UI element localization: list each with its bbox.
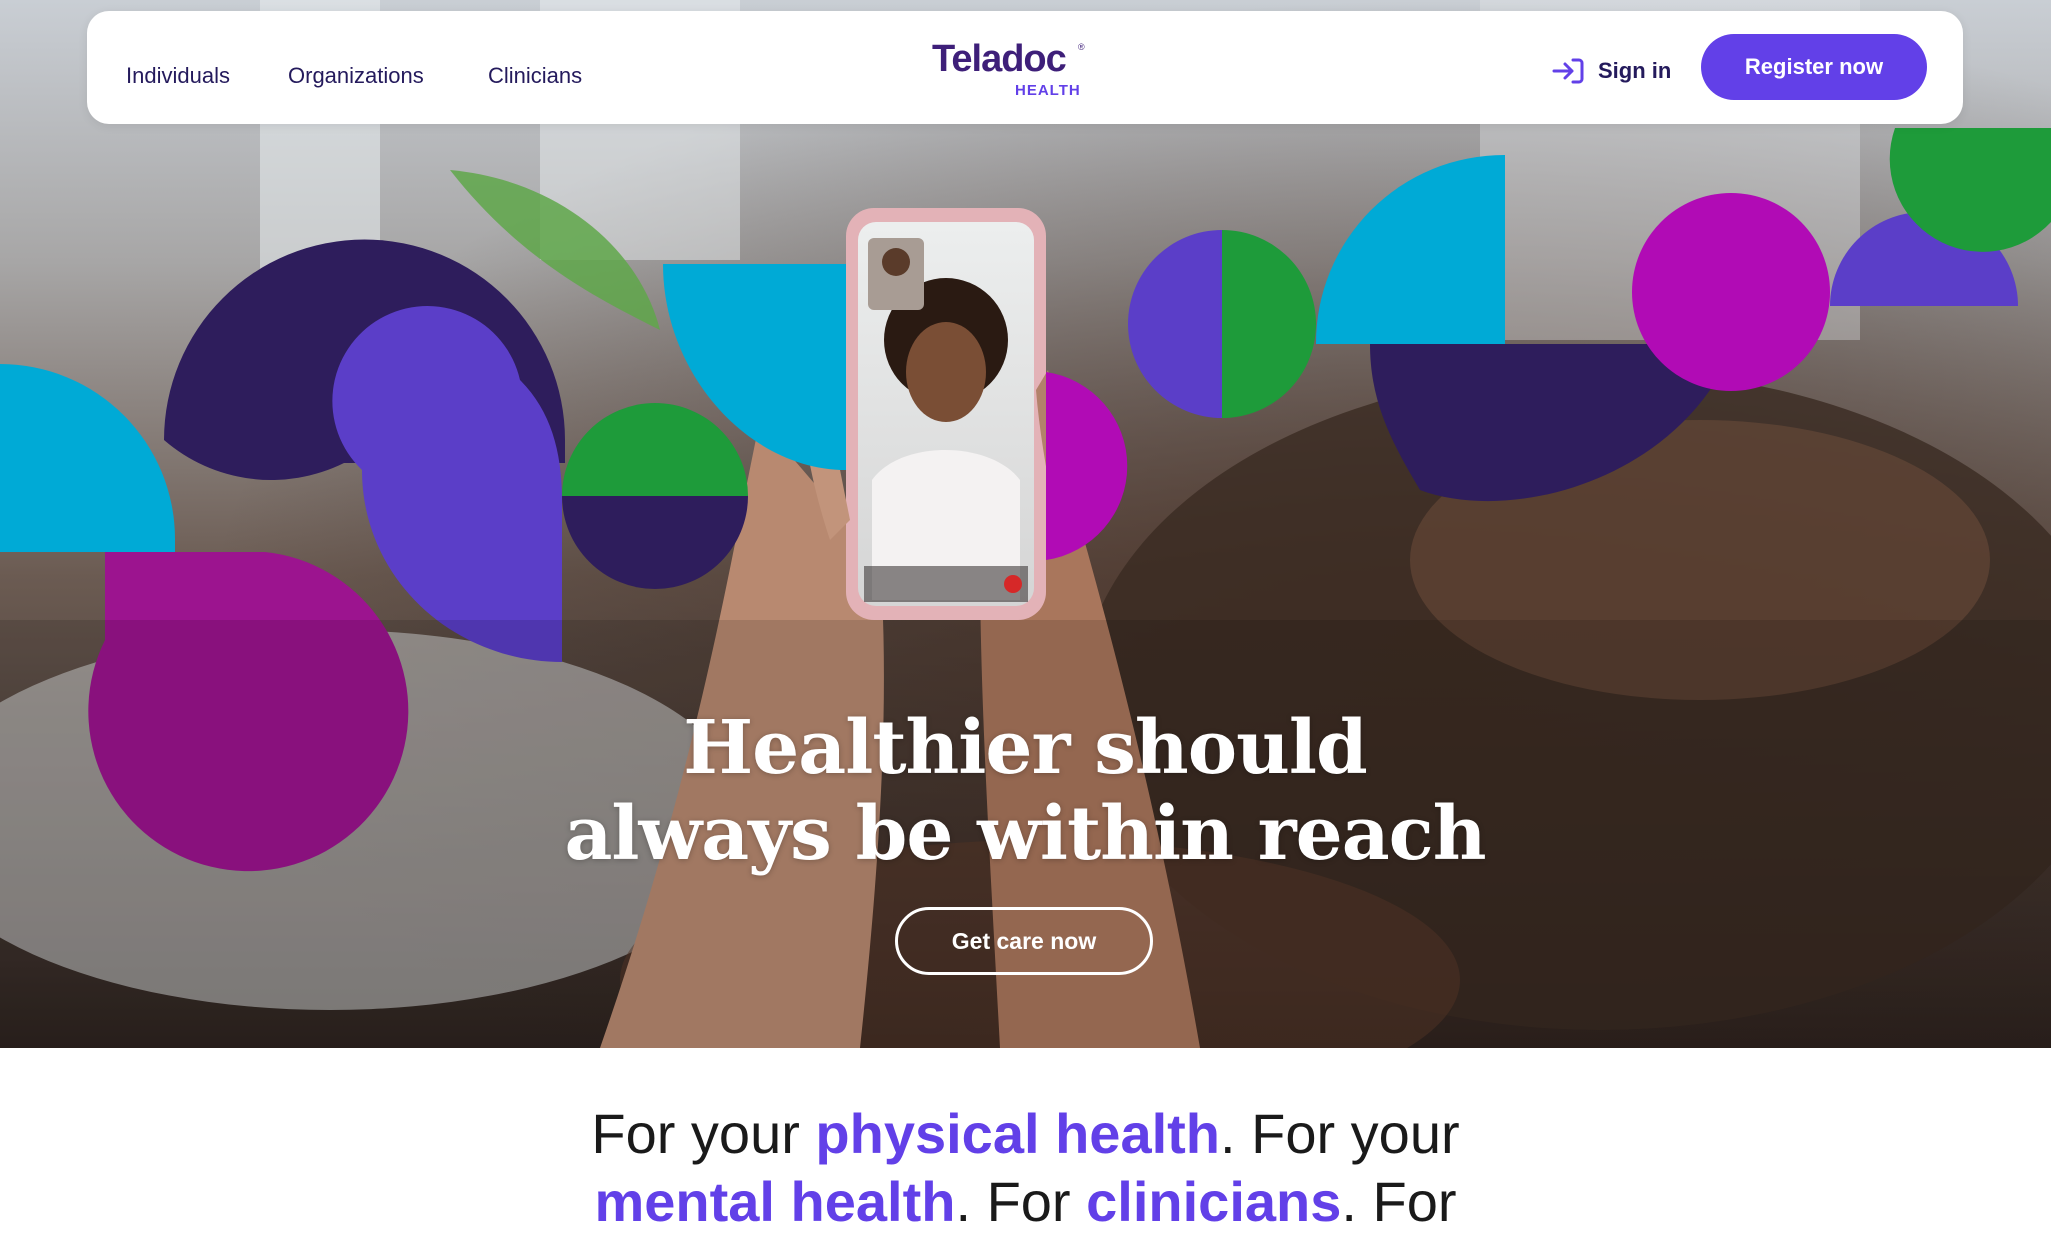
logo-wordmark: Teladoc [932, 38, 1067, 80]
tagline-text-4: . For [1341, 1170, 1457, 1233]
nav-link-individuals[interactable]: Individuals [126, 63, 230, 89]
tagline-text-1: For your [591, 1102, 816, 1165]
tagline-clinicians: clinicians [1086, 1170, 1342, 1233]
sign-in-arrow-icon [1552, 58, 1584, 84]
hero-section: Individuals Organizations Clinicians Tel… [0, 0, 2051, 1048]
nav-link-clinicians[interactable]: Clinicians [488, 63, 582, 89]
nav-link-organizations[interactable]: Organizations [288, 63, 424, 89]
hero-headline: Healthier should always be within reach [525, 705, 1525, 877]
register-now-button[interactable]: Register now [1701, 34, 1927, 100]
teladoc-health-logo[interactable]: Teladoc ® HEALTH [932, 38, 1092, 106]
hero-headline-line-1: Healthier should [683, 705, 1367, 791]
tagline: For your physical health. For your mental… [420, 1100, 1631, 1236]
tagline-text-2: . For your [1220, 1102, 1460, 1165]
sign-in-link[interactable]: Sign in [1552, 51, 1671, 91]
tagline-mental-health: mental health [594, 1170, 956, 1233]
top-navigation: Individuals Organizations Clinicians Tel… [87, 11, 1963, 124]
tagline-text-3: . For [955, 1170, 1087, 1233]
tagline-physical-health: physical health [815, 1102, 1220, 1165]
hero-headline-line-2: always be within reach [564, 791, 1486, 877]
get-care-now-button[interactable]: Get care now [895, 907, 1153, 975]
hero-illustration [0, 0, 2051, 1048]
logo-registered-mark: ® [1078, 42, 1085, 52]
sign-in-label: Sign in [1598, 58, 1672, 83]
logo-subtitle: HEALTH [1015, 82, 1081, 99]
